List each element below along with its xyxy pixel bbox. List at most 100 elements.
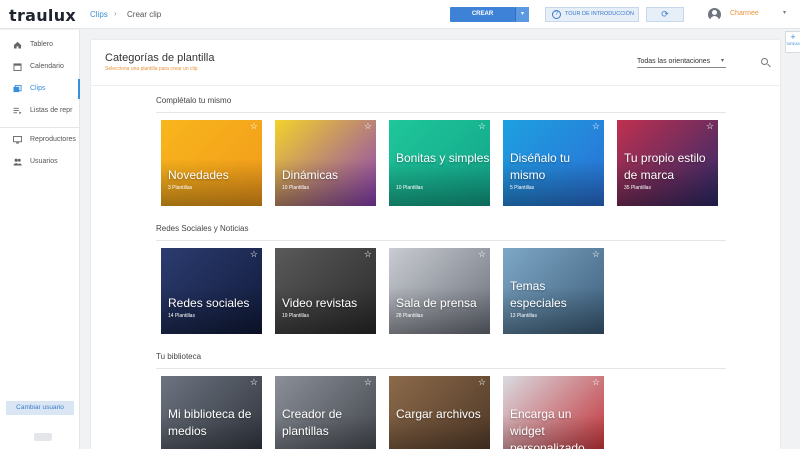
section-divider: [156, 368, 726, 369]
sidebar-item-listas[interactable]: Listas de repr: [0, 101, 80, 121]
section-divider: [156, 240, 726, 241]
chevron-down-icon: ▾: [720, 58, 724, 64]
sidebar-item-label: Reproductores: [30, 136, 76, 143]
star-icon[interactable]: ☆: [478, 377, 486, 388]
sync-button[interactable]: ⟳: [646, 7, 684, 22]
card-title: Cargar archivos: [396, 407, 481, 421]
clips-icon: [13, 85, 22, 93]
star-icon[interactable]: ☆: [364, 249, 372, 260]
avatar[interactable]: [708, 8, 721, 21]
sidebar-item-tablero[interactable]: Tablero: [0, 35, 80, 55]
star-icon[interactable]: ☆: [364, 121, 372, 132]
card-title: Dinámicas: [282, 168, 339, 182]
change-user-button[interactable]: Cambiar usuario: [6, 401, 74, 415]
playlist-icon: [13, 107, 22, 115]
card-template-count: 3 Plantillas: [168, 185, 193, 191]
sidebar-collapse-toggle[interactable]: [34, 433, 52, 441]
star-icon[interactable]: ☆: [478, 249, 486, 260]
card-title: Bonitas y simples: [396, 151, 490, 165]
sidebar-item-clips[interactable]: Clips: [0, 79, 80, 99]
card-template-count: 13 Plantillas: [510, 313, 537, 319]
create-dropdown-button[interactable]: ▾: [515, 7, 529, 22]
template-category-card[interactable]: ☆ Dinámicas 10 Plantillas: [275, 120, 376, 206]
template-category-card[interactable]: ☆ Cargar archivos: [389, 376, 490, 449]
plus-icon: +: [790, 32, 796, 42]
card-title: Tu propio estilo de marca: [624, 151, 706, 182]
orientation-select-value: Todas las orientaciones: [637, 58, 711, 65]
template-category-card[interactable]: ☆ Mi biblioteca de medios: [161, 376, 262, 449]
section-title: Tu biblioteca: [156, 352, 202, 361]
tasks-widget-tab[interactable]: + TAREAS: [785, 31, 800, 53]
template-category-card[interactable]: ☆ Video revistas 19 Plantillas: [275, 248, 376, 334]
card-template-count: 5 Plantillas: [510, 185, 535, 191]
app-logo[interactable]: traulux: [9, 6, 76, 25]
star-icon[interactable]: ☆: [364, 377, 372, 388]
breadcrumb-separator: ›: [114, 9, 117, 18]
template-category-card[interactable]: ☆ Encarga un widget personalizado: [503, 376, 604, 449]
sidebar-item-label: Calendario: [30, 63, 64, 70]
monitor-icon: [13, 136, 22, 144]
star-icon[interactable]: ☆: [250, 121, 258, 132]
star-icon[interactable]: ☆: [592, 249, 600, 260]
template-categories-panel: Categorías de plantilla Selecciona una p…: [91, 40, 780, 449]
section-title: Complétalo tu mismo: [156, 96, 232, 105]
sidebar-item-label: Listas de repr: [30, 107, 73, 114]
page-title: Categorías de plantilla: [105, 52, 215, 64]
sidebar-item-label: Usuarios: [30, 158, 58, 165]
create-button[interactable]: CREAR: [450, 7, 515, 22]
breadcrumb-current: Crear clip: [127, 10, 162, 19]
top-bar: traulux Clips › Crear clip CREAR ▾ ? TOU…: [0, 0, 800, 29]
header-divider: [91, 85, 780, 86]
card-title: Novedades: [168, 168, 229, 182]
card-title: Creador de plantillas: [282, 407, 343, 438]
help-icon: ?: [552, 10, 561, 19]
username[interactable]: Charmee: [730, 10, 759, 17]
sidebar: Tablero Calendario Clips Listas de repr …: [0, 30, 80, 449]
sidebar-item-reproductores[interactable]: Reproductores: [0, 130, 80, 150]
template-category-card[interactable]: ☆ Diséñalo tu mismo 5 Plantillas: [503, 120, 604, 206]
sidebar-divider: [0, 127, 80, 128]
user-menu-chevron-icon[interactable]: ▾: [783, 9, 786, 16]
users-icon: [13, 158, 22, 166]
template-category-card[interactable]: ☆ Temas especiales 13 Plantillas: [503, 248, 604, 334]
card-template-count: 10 Plantillas: [282, 185, 309, 191]
breadcrumb-clips[interactable]: Clips: [90, 10, 108, 19]
tour-button-label: TOUR DE INTRODUCCIÓN: [565, 11, 634, 17]
sidebar-item-label: Clips: [30, 85, 46, 92]
card-title: Video revistas: [282, 296, 358, 310]
card-template-count: 35 Plantillas: [624, 185, 651, 191]
star-icon[interactable]: ☆: [706, 121, 714, 132]
orientation-select[interactable]: Todas las orientaciones ▾: [637, 55, 726, 68]
star-icon[interactable]: ☆: [592, 377, 600, 388]
template-category-card[interactable]: ☆ Redes sociales 14 Plantillas: [161, 248, 262, 334]
card-template-count: 28 Plantillas: [396, 313, 423, 319]
card-title: Diséñalo tu mismo: [510, 151, 571, 182]
template-category-card[interactable]: ☆ Novedades 3 Plantillas: [161, 120, 262, 206]
search-icon[interactable]: [761, 58, 768, 65]
card-template-count: 19 Plantillas: [282, 313, 309, 319]
sidebar-item-usuarios[interactable]: Usuarios: [0, 152, 80, 172]
template-category-card[interactable]: ☆ Bonitas y simples 10 Plantillas: [389, 120, 490, 206]
card-template-count: 10 Plantillas: [396, 185, 423, 191]
section-title: Redes Sociales y Noticias: [156, 224, 249, 233]
card-template-count: 14 Plantillas: [168, 313, 195, 319]
star-icon[interactable]: ☆: [592, 121, 600, 132]
page-subtitle: Selecciona una plantilla para crear un c…: [105, 66, 198, 72]
card-title: Mi biblioteca de medios: [168, 407, 252, 438]
template-category-card[interactable]: ☆ Tu propio estilo de marca 35 Plantillas: [617, 120, 718, 206]
star-icon[interactable]: ☆: [478, 121, 486, 132]
home-icon: [13, 41, 22, 49]
card-title: Redes sociales: [168, 296, 250, 310]
template-category-card[interactable]: ☆ Creador de plantillas: [275, 376, 376, 449]
sync-icon: ⟳: [661, 9, 669, 19]
sidebar-item-calendario[interactable]: Calendario: [0, 57, 80, 77]
star-icon[interactable]: ☆: [250, 377, 258, 388]
template-category-card[interactable]: ☆ Sala de prensa 28 Plantillas: [389, 248, 490, 334]
card-title: Temas especiales: [510, 279, 567, 310]
card-title: Sala de prensa: [396, 296, 477, 310]
sidebar-item-label: Tablero: [30, 41, 53, 48]
star-icon[interactable]: ☆: [250, 249, 258, 260]
card-title: Encarga un widget personalizado: [510, 407, 585, 449]
tasks-widget-label: TAREAS: [786, 42, 800, 46]
tour-button[interactable]: ? TOUR DE INTRODUCCIÓN: [545, 7, 639, 22]
